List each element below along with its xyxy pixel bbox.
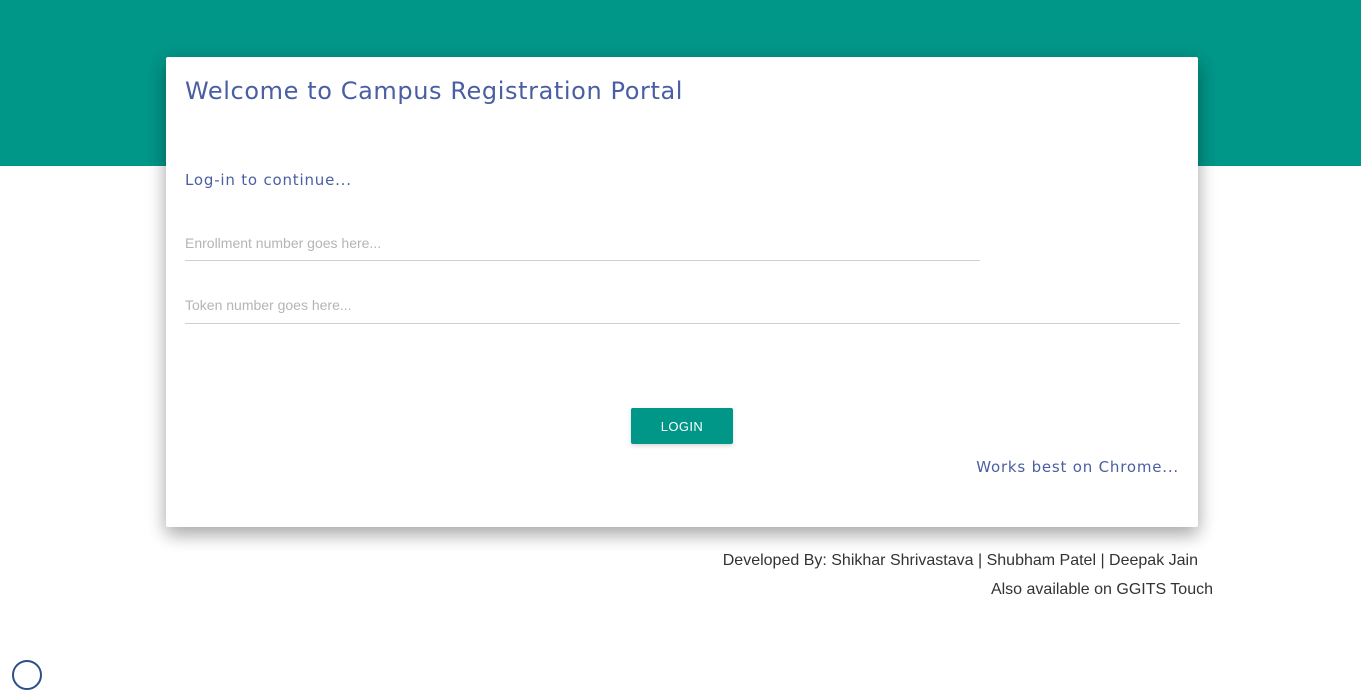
page-title: Welcome to Campus Registration Portal	[185, 77, 684, 105]
login-card: Welcome to Campus Registration Portal Lo…	[166, 57, 1198, 527]
login-subtitle: Log-in to continue...	[185, 171, 352, 189]
enrollment-number-input[interactable]	[185, 231, 980, 261]
availability-note: Also available on GGITS Touch	[990, 581, 1213, 598]
login-button[interactable]: LOGIN	[631, 408, 733, 444]
developer-credits: Developed By: Shikhar Shrivastava | Shub…	[722, 552, 1198, 569]
browser-note: Works best on Chrome...	[976, 458, 1179, 476]
token-number-input[interactable]	[185, 293, 1180, 324]
